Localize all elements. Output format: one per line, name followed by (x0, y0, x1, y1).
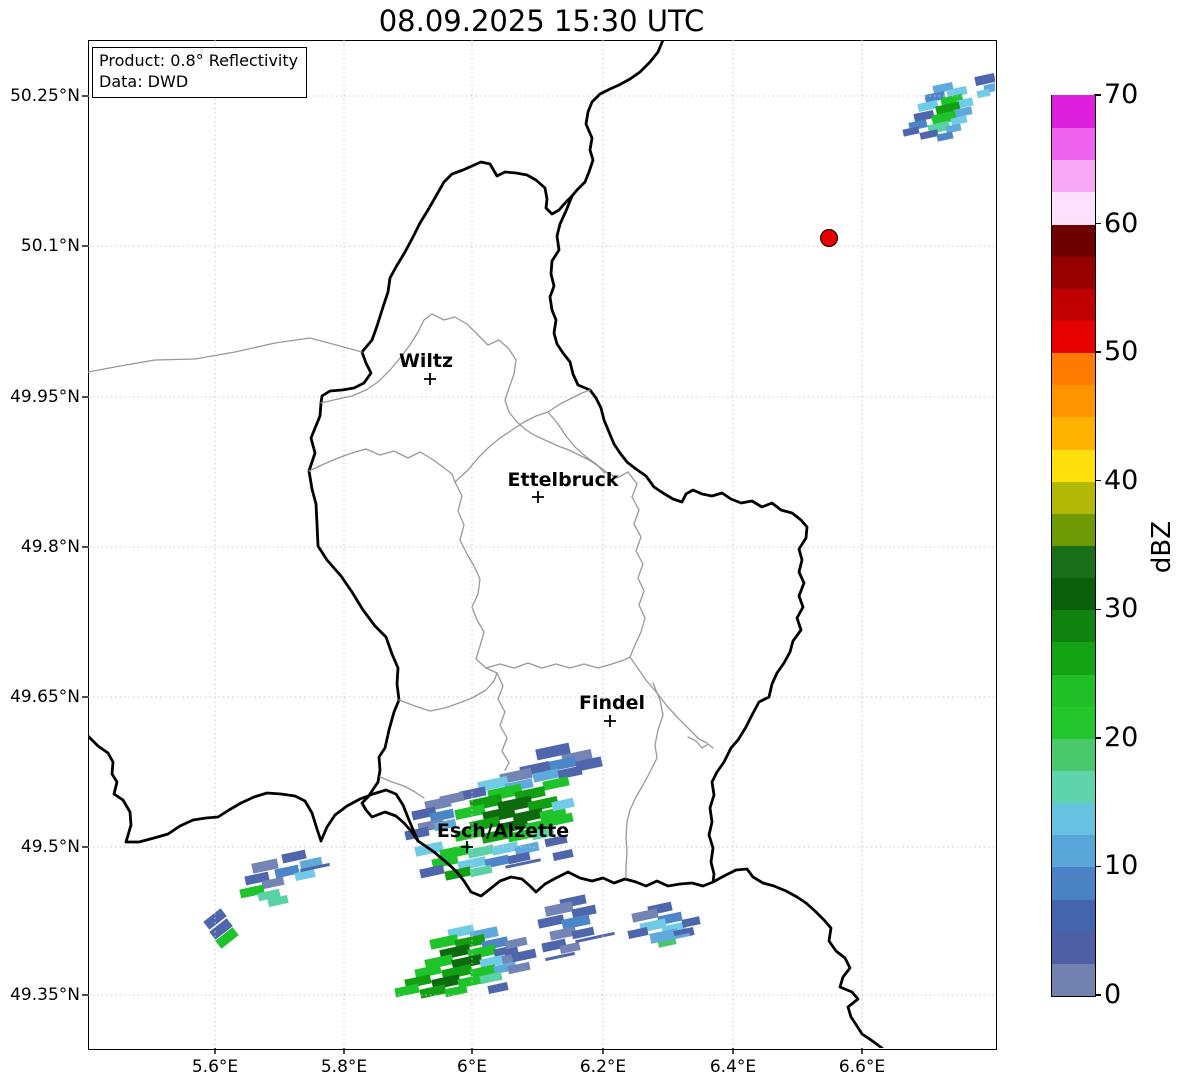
radar-figure: 08.09.2025 15:30 UTC Product: 0.8° Refle… (0, 0, 1184, 1081)
region-border (88, 337, 363, 373)
colorbar-segment (1052, 513, 1095, 546)
colorbar-segment (1052, 802, 1095, 836)
colorbar-segment (1052, 159, 1095, 193)
city-label: Ettelbruck (507, 469, 619, 491)
region-border (308, 448, 456, 483)
colorbar-segment (1052, 706, 1095, 739)
country-border (711, 867, 884, 1048)
product-info-box: Product: 0.8° Reflectivity Data: DWD (92, 47, 308, 98)
city-marker (424, 373, 436, 385)
colorbar-segment (1052, 448, 1095, 482)
data-source-label: Data: DWD (99, 71, 189, 91)
city-label: Findel (578, 692, 646, 714)
region-border (454, 481, 498, 674)
radar-site-dot (820, 229, 838, 247)
colorbar-segment (1052, 931, 1095, 964)
colorbar-segment (1052, 898, 1095, 932)
region-border (379, 776, 425, 799)
colorbar-segment (1052, 127, 1095, 161)
colorbar-segment (1052, 191, 1095, 225)
city-label: Wiltz (398, 350, 454, 372)
colorbar-segment (1052, 384, 1095, 418)
colorbar-segment (1052, 545, 1095, 579)
product-label: Product: 0.8° Reflectivity (99, 51, 299, 70)
colorbar-segment (1052, 481, 1095, 514)
city-marker (604, 715, 616, 727)
region-border (398, 672, 498, 712)
city-label: Esch/Alzette (436, 820, 570, 842)
colorbar-segment (1052, 866, 1095, 900)
colorbar-segment (1052, 770, 1095, 804)
colorbar-segment (1052, 609, 1095, 643)
city-marker (461, 841, 473, 853)
colorbar-segment (1052, 320, 1095, 354)
country-border (88, 734, 420, 844)
country-border (307, 160, 809, 898)
colorbar-segment (1052, 352, 1095, 386)
colorbar (1051, 95, 1096, 997)
city-marker (532, 491, 544, 503)
colorbar-segment (1052, 288, 1095, 321)
region-border (496, 672, 510, 771)
region-border (687, 736, 714, 749)
country-border (570, 40, 665, 198)
map-borders-svg (82, 40, 995, 1054)
colorbar-segment (1052, 834, 1095, 868)
region-border (485, 656, 631, 669)
colorbar-segment (1052, 95, 1095, 129)
colorbar-segment (1052, 223, 1095, 257)
colorbar-segment (1052, 673, 1095, 707)
colorbar-segment (1052, 256, 1095, 289)
colorbar-segment (1052, 963, 1095, 996)
colorbar-segment (1052, 738, 1095, 771)
colorbar-segment (1052, 416, 1095, 450)
colorbar-segment (1052, 577, 1095, 611)
colorbar-segment (1052, 641, 1095, 675)
